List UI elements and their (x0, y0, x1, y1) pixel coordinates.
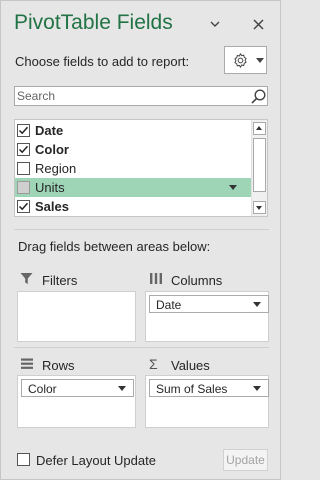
rows-icon (20, 357, 34, 373)
pane-title: PivotTable Fields (14, 11, 173, 34)
divider (14, 347, 269, 348)
field-label: Region (35, 161, 77, 176)
chevron-down-icon[interactable] (229, 185, 237, 190)
field-pill-label: Sum of Sales (156, 382, 228, 396)
arrow-down-icon (256, 206, 262, 210)
field-pill-label: Color (28, 382, 57, 396)
values-field-sum-of-sales[interactable]: Sum of Sales (149, 379, 269, 397)
columns-area-header: Columns (149, 271, 267, 289)
field-label: Color (35, 142, 69, 157)
rows-area-title: Rows (42, 358, 75, 373)
filter-icon (20, 272, 33, 288)
chevron-down-icon[interactable] (253, 386, 261, 391)
field-list-scrollbar[interactable] (251, 120, 267, 216)
defer-layout-checkbox[interactable] (17, 453, 30, 466)
scroll-up-button[interactable] (253, 122, 266, 135)
field-item-units[interactable]: Units (15, 178, 251, 197)
chevron-down-icon[interactable] (118, 386, 126, 391)
rows-field-color[interactable]: Color (21, 379, 134, 397)
pivottable-fields-pane: PivotTable Fields Choose fields to add t… (0, 0, 281, 480)
field-list: Date Color Region Units Sales (14, 119, 268, 217)
field-checkbox[interactable] (17, 181, 30, 194)
arrow-up-icon (256, 126, 262, 130)
defer-layout-label: Defer Layout Update (36, 453, 156, 468)
field-checkbox[interactable] (17, 162, 30, 175)
field-item-sales[interactable]: Sales (15, 197, 251, 216)
field-label: Units (35, 180, 65, 195)
pane-options-chevron-down-icon[interactable] (206, 15, 224, 33)
choose-fields-label: Choose fields to add to report: (15, 54, 190, 69)
gear-icon (232, 52, 249, 74)
filters-drop-area[interactable] (17, 291, 136, 342)
filters-area-title: Filters (42, 273, 78, 288)
rows-area-header: Rows (20, 356, 135, 374)
rows-drop-area[interactable]: Color (17, 375, 136, 428)
field-pill-label: Date (156, 298, 182, 312)
values-area-title: Values (171, 358, 210, 373)
search-icon[interactable] (251, 89, 266, 109)
field-item-region[interactable]: Region (15, 159, 251, 178)
field-checkbox[interactable] (17, 200, 30, 213)
sigma-icon: Σ (149, 356, 158, 372)
field-label: Date (35, 123, 64, 138)
field-item-color[interactable]: Color (15, 140, 251, 159)
columns-area-title: Columns (171, 273, 223, 288)
values-area-header: Σ Values (149, 356, 267, 374)
chevron-down-icon (256, 58, 264, 63)
search-box (14, 86, 268, 106)
field-item-date[interactable]: Date (15, 121, 251, 140)
close-icon[interactable] (249, 15, 267, 33)
scroll-thumb[interactable] (253, 138, 266, 192)
field-checkbox[interactable] (17, 143, 30, 156)
values-drop-area[interactable]: Sum of Sales (145, 375, 269, 428)
update-button[interactable]: Update (223, 449, 268, 471)
divider (14, 229, 269, 230)
filters-area-header: Filters (20, 271, 135, 289)
search-input[interactable] (15, 87, 249, 105)
chevron-down-icon[interactable] (253, 302, 261, 307)
scroll-down-button[interactable] (253, 201, 266, 214)
tools-button[interactable] (224, 46, 267, 74)
field-label: Sales (35, 199, 69, 214)
field-checkbox[interactable] (17, 124, 30, 137)
columns-icon (149, 272, 163, 288)
columns-drop-area[interactable]: Date (145, 291, 269, 342)
columns-field-date[interactable]: Date (149, 295, 269, 313)
drag-fields-label: Drag fields between areas below: (18, 239, 211, 254)
